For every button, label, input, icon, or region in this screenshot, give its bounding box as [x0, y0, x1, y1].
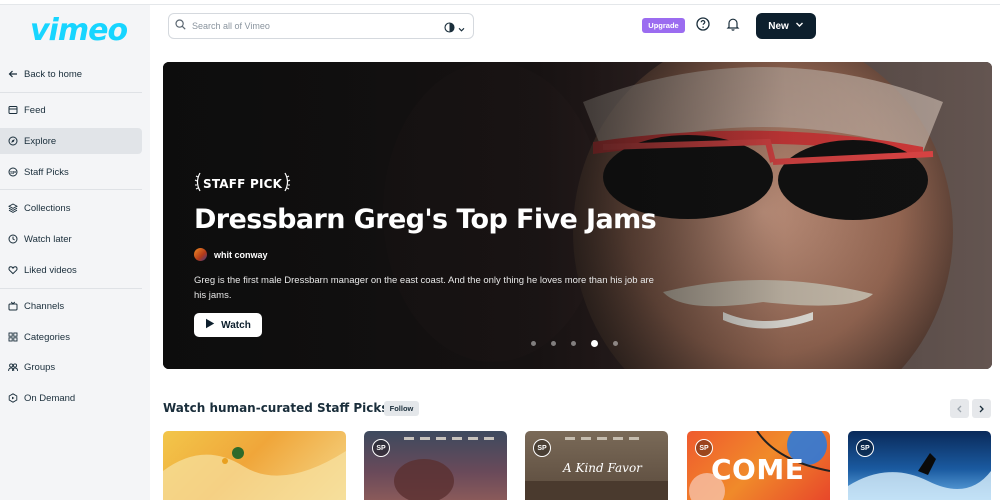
sidebar-item-label: Collections: [24, 202, 71, 214]
carousel-dot[interactable]: [571, 341, 576, 346]
staff-picks-section-title[interactable]: Watch human-curated Staff Picks: [163, 401, 402, 415]
sidebar-item-on-demand[interactable]: On Demand: [0, 385, 142, 411]
help-button[interactable]: [695, 16, 711, 36]
sidebar-item-label: Categories: [24, 331, 70, 343]
help-icon: [696, 16, 710, 36]
carousel-dot-active[interactable]: [591, 340, 598, 347]
globe-icon: [444, 20, 455, 38]
search-input[interactable]: [192, 21, 432, 31]
svg-text:SP: SP: [10, 170, 16, 175]
sidebar-item-label: Watch later: [24, 233, 72, 245]
hero-description: Greg is the first male Dressbarn manager…: [194, 275, 654, 301]
follow-button[interactable]: Follow: [384, 401, 419, 416]
staff-pick-badge: SP: [533, 439, 551, 457]
sidebar-item-label: Explore: [24, 135, 57, 147]
search-icon: [175, 17, 186, 35]
video-thumbnail[interactable]: [163, 431, 346, 500]
sidebar-item-label: Channels: [24, 300, 65, 312]
avatar: [194, 248, 207, 261]
staff-pick-label: STAFF PICK: [203, 176, 283, 191]
thumbnail-art: [163, 447, 346, 500]
video-thumbnail[interactable]: SP A Kind Favor: [525, 431, 668, 500]
play-icon: [205, 318, 215, 332]
clock-icon: [8, 234, 18, 244]
thumbnail-caption: A Kind Favor: [563, 461, 642, 475]
groups-icon: [8, 362, 18, 372]
on-demand-icon: [8, 393, 18, 403]
divider: [0, 189, 142, 190]
sidebar-item-liked-videos[interactable]: Liked videos: [0, 257, 142, 283]
thumbnail-caption: COME: [711, 453, 805, 486]
hero-banner[interactable]: STAFF PICK Dressbarn Greg's Top Five Jam…: [163, 62, 992, 369]
sidebar-item-label: Liked videos: [24, 264, 77, 276]
top-strip: [0, 0, 1000, 5]
back-to-home-link[interactable]: Back to home: [0, 61, 142, 87]
laurel-right-icon: [284, 172, 291, 195]
staff-pick-badge: SP: [372, 439, 390, 457]
carousel-next-button[interactable]: [972, 399, 991, 418]
sidebar-item-watch-later[interactable]: Watch later: [0, 226, 142, 252]
carousel-dot[interactable]: [551, 341, 556, 346]
video-thumbnail[interactable]: SP: [364, 431, 507, 500]
chevron-right-icon: [978, 400, 985, 418]
notifications-button[interactable]: [725, 18, 741, 34]
chevron-down-icon: [458, 20, 465, 38]
carousel-dot[interactable]: [531, 341, 536, 346]
sidebar-item-groups[interactable]: Groups: [0, 354, 142, 380]
watch-label: Watch: [221, 319, 251, 331]
hero-author[interactable]: whit conway: [194, 248, 268, 261]
categories-icon: [8, 332, 18, 342]
new-button[interactable]: New: [756, 13, 816, 39]
author-name: whit conway: [214, 249, 268, 260]
feed-icon: [8, 105, 18, 115]
staff-pick-badge: STAFF PICK: [194, 172, 291, 195]
sidebar-item-feed[interactable]: Feed: [0, 97, 142, 123]
carousel-prev-button[interactable]: [950, 399, 969, 418]
sidebar-item-label: Staff Picks: [24, 166, 69, 178]
heart-icon: [8, 265, 18, 275]
search-scope-dropdown[interactable]: [444, 20, 465, 38]
sidebar-item-label: Feed: [24, 104, 46, 116]
arrow-left-icon: [8, 69, 18, 79]
sidebar-item-label: On Demand: [24, 392, 76, 404]
sidebar-item-label: Groups: [24, 361, 56, 373]
chevron-left-icon: [956, 400, 963, 418]
sidebar-item-collections[interactable]: Collections: [0, 195, 142, 221]
chevron-down-icon: [795, 20, 804, 32]
back-label: Back to home: [24, 68, 83, 80]
sidebar: vimeo Back to home Feed Explore SP Staff…: [0, 5, 150, 500]
new-label: New: [768, 20, 789, 32]
watch-button[interactable]: Watch: [194, 313, 262, 337]
section-title-text: Watch human-curated Staff Picks: [163, 401, 389, 415]
staff-pick-badge: SP: [856, 439, 874, 457]
divider: [0, 92, 142, 93]
vimeo-logo[interactable]: vimeo: [30, 13, 128, 48]
laurel-left-icon: [194, 172, 201, 195]
divider: [0, 288, 142, 289]
collections-icon: [8, 203, 18, 213]
upgrade-button[interactable]: Upgrade: [642, 18, 685, 33]
sidebar-item-channels[interactable]: Channels: [0, 293, 142, 319]
staff-picks-icon: SP: [8, 167, 18, 177]
carousel-dot[interactable]: [613, 341, 618, 346]
channels-icon: [8, 301, 18, 311]
bell-icon: [726, 17, 740, 36]
sidebar-item-explore[interactable]: Explore: [0, 128, 142, 154]
hero-title[interactable]: Dressbarn Greg's Top Five Jams: [194, 204, 657, 235]
compass-icon: [8, 136, 18, 146]
carousel-dots: [531, 340, 618, 347]
sidebar-item-staff-picks[interactable]: SP Staff Picks: [0, 159, 142, 185]
video-thumbnail[interactable]: SP: [848, 431, 991, 500]
sidebar-item-categories[interactable]: Categories: [0, 324, 142, 350]
search-bar[interactable]: [168, 13, 474, 39]
video-thumbnail[interactable]: SP COME: [687, 431, 830, 500]
